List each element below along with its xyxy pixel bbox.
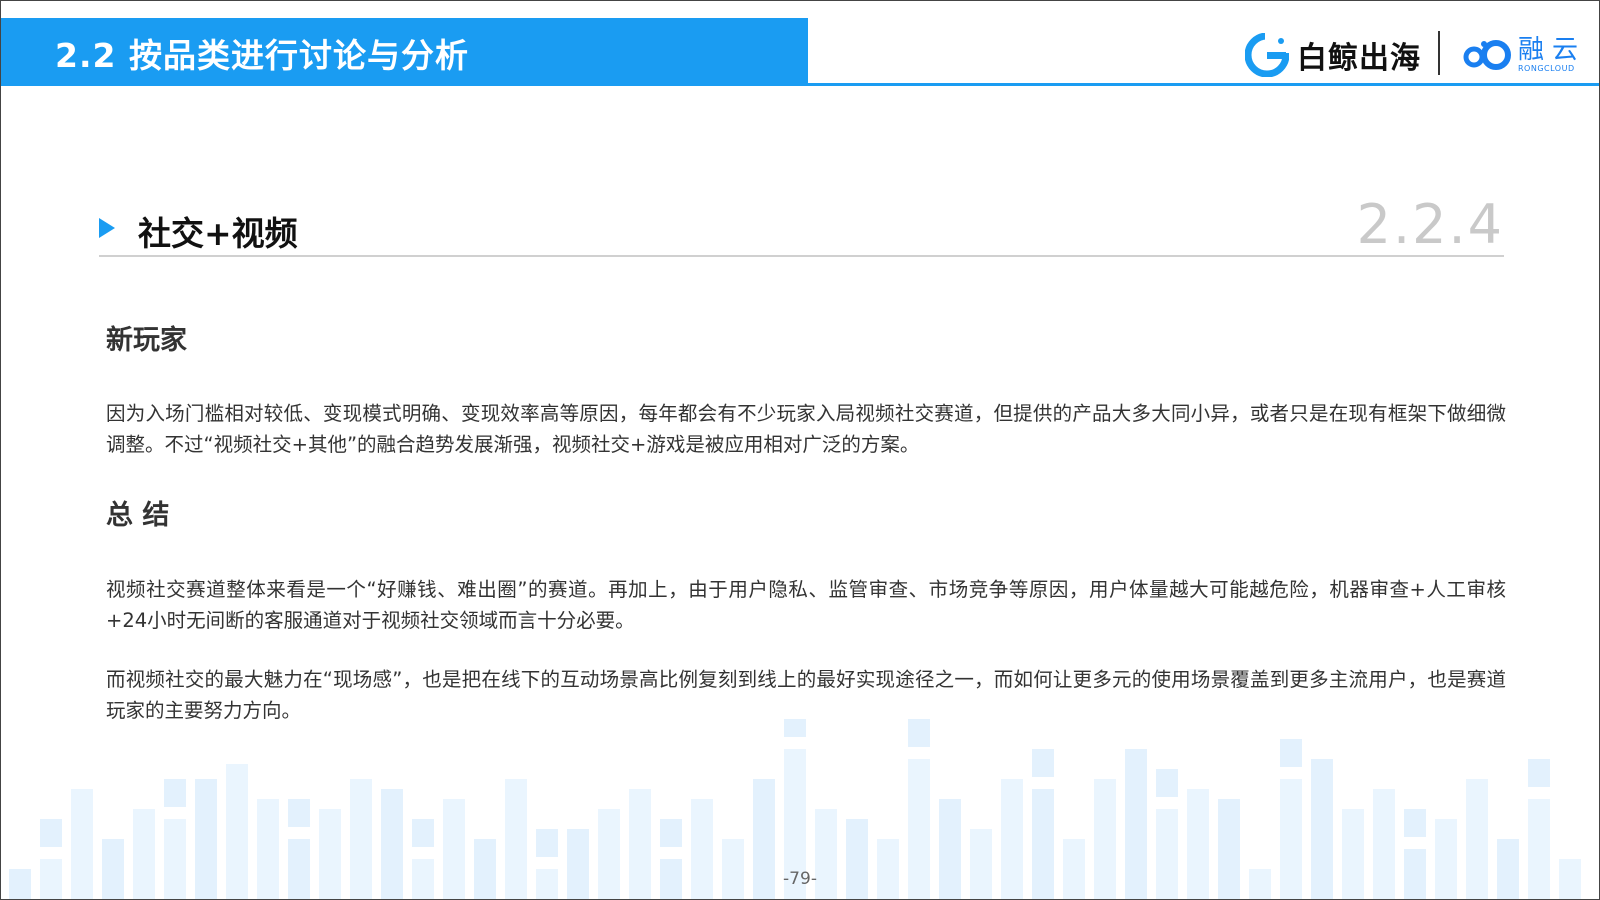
slide-page: 2.2 按品类进行讨论与分析 白鲸出海 融云 RONGCLOUD 社交+视频 2… xyxy=(0,0,1600,900)
section-title: 社交+视频 xyxy=(138,214,298,253)
section-arrow-icon xyxy=(99,218,115,238)
decorative-bar-cap xyxy=(660,819,682,847)
baijing-whale-icon xyxy=(1245,33,1289,77)
decorative-bar-cap xyxy=(1032,749,1054,777)
section-number: 2.2.4 xyxy=(1356,193,1504,256)
decorative-bar-cap xyxy=(536,829,558,857)
decorative-bar-cap xyxy=(412,819,434,847)
decorative-bar-cap xyxy=(784,719,806,737)
block-paragraph: 因为入场门槛相对较低、变现模式明确、变现效率高等原因，每年都会有不少玩家入局视频… xyxy=(106,402,1506,456)
decorative-bar-cap xyxy=(40,819,62,847)
baijing-logo: 白鲸出海 xyxy=(1245,33,1421,77)
block-paragraph: 视频社交赛道整体来看是一个“好赚钱、难出圈”的赛道。再加上，由于用户隐私、监管审… xyxy=(106,578,1506,632)
block-heading-summary: 总 结 xyxy=(106,500,170,531)
page-number: -79- xyxy=(783,869,817,889)
rongcloud-logo-en: RONGCLOUD xyxy=(1518,64,1575,73)
decorative-bar-cap xyxy=(1280,739,1302,767)
decorative-bar-cap xyxy=(908,719,930,747)
rongcloud-logo-cn: 融云 xyxy=(1518,35,1587,65)
block-paragraph: 而视频社交的最大魅力在“现场感”，也是把在线下的互动场景高比例复刻到线上的最好实… xyxy=(106,668,1506,722)
decorative-bar-cap xyxy=(164,779,186,807)
header-rule xyxy=(808,83,1599,86)
header-title: 2.2 按品类进行讨论与分析 xyxy=(55,36,469,75)
block-heading-new-players: 新玩家 xyxy=(106,325,187,356)
logo-separator xyxy=(1438,31,1440,75)
baijing-logo-text: 白鲸出海 xyxy=(1297,41,1421,76)
rongcloud-logo: 融云 RONGCLOUD xyxy=(1462,35,1586,75)
decorative-bar-cap xyxy=(1528,759,1550,787)
rongcloud-infinity-icon xyxy=(1463,40,1511,70)
decorative-bar-cap xyxy=(1404,809,1426,837)
decorative-bar-cap xyxy=(1156,769,1178,797)
decorative-bar-cap xyxy=(288,799,310,827)
section-divider xyxy=(99,255,1504,257)
